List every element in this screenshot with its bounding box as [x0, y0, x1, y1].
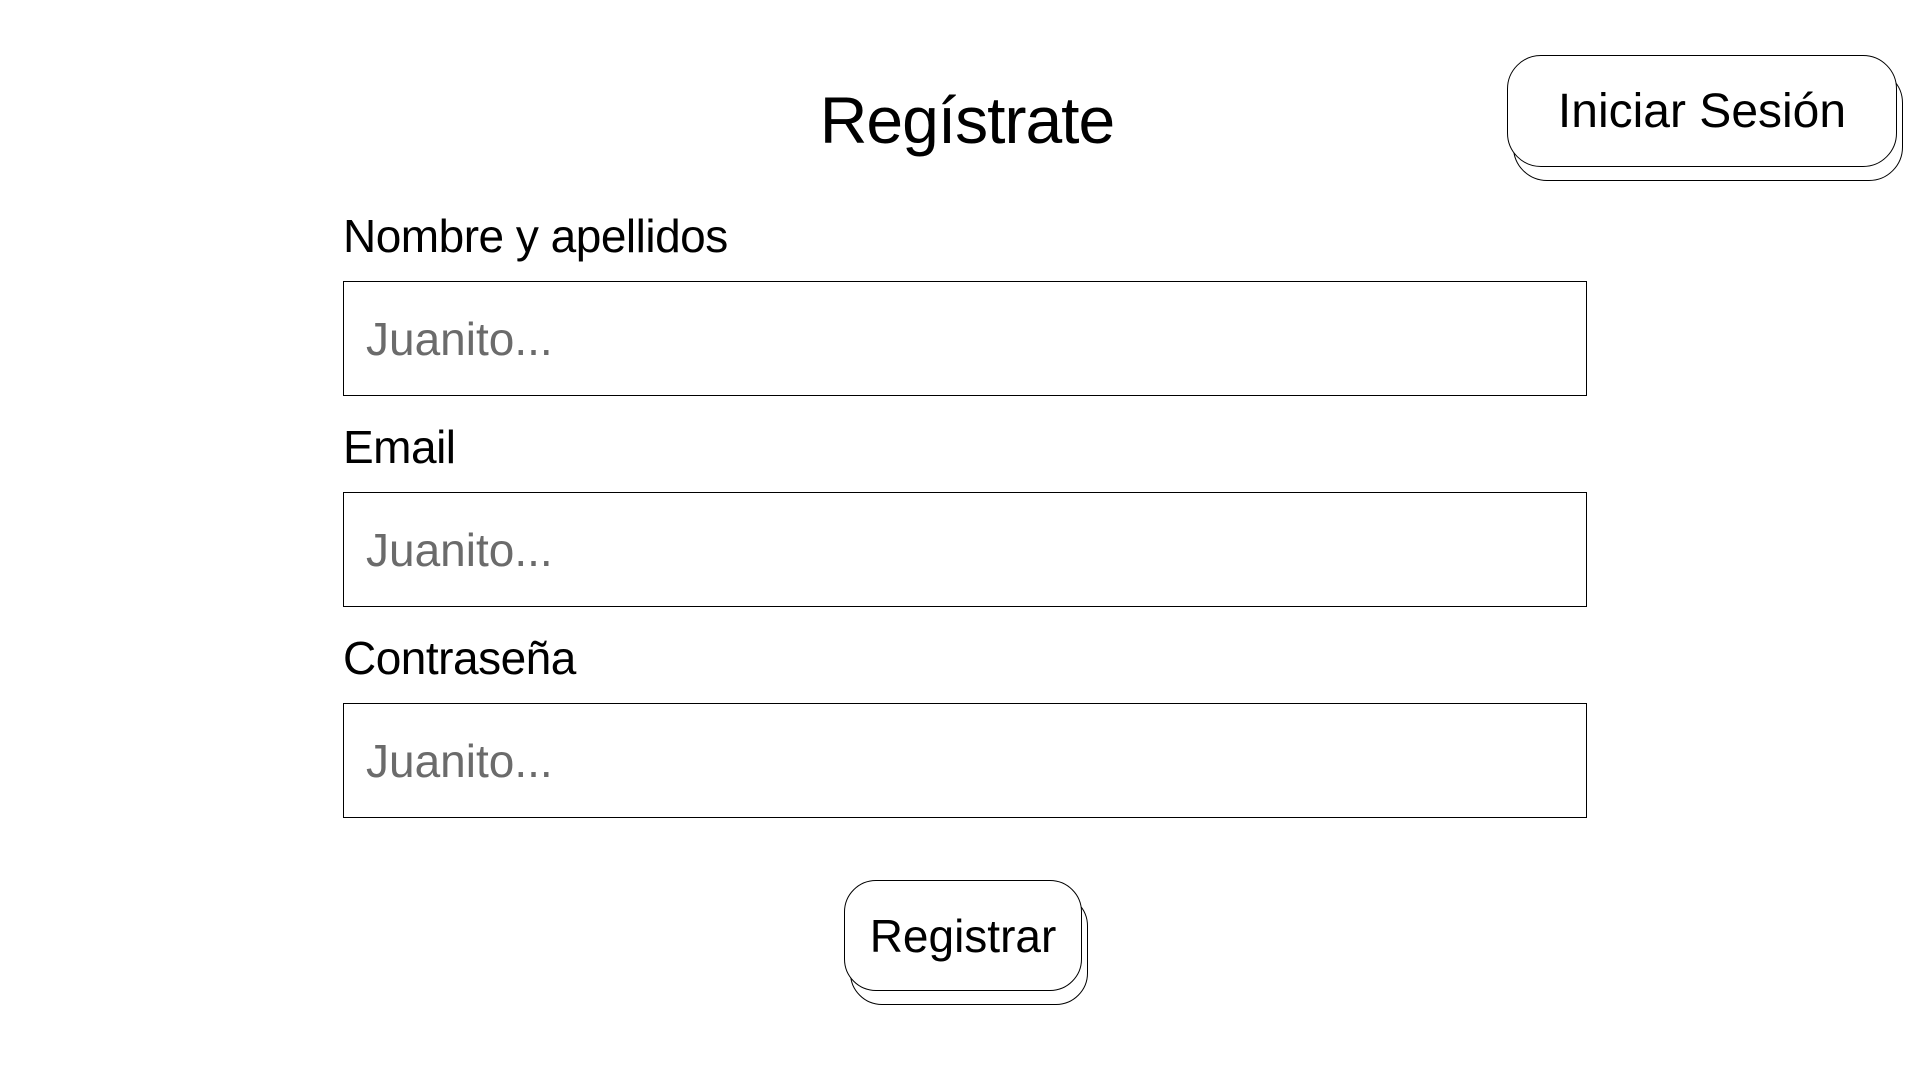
- login-button-wrapper: Iniciar Sesión: [1507, 55, 1903, 181]
- password-input[interactable]: [343, 703, 1587, 818]
- email-input[interactable]: [343, 492, 1587, 607]
- password-field-label: Contraseña: [343, 632, 576, 684]
- register-page: Regístrate Iniciar Sesión Nombre y apell…: [0, 0, 1920, 1080]
- name-input[interactable]: [343, 281, 1587, 396]
- name-field-label: Nombre y apellidos: [343, 210, 728, 262]
- register-button[interactable]: Registrar: [844, 880, 1082, 991]
- email-field-label: Email: [343, 421, 456, 473]
- register-button-wrapper: Registrar: [844, 880, 1088, 1005]
- login-button[interactable]: Iniciar Sesión: [1507, 55, 1897, 167]
